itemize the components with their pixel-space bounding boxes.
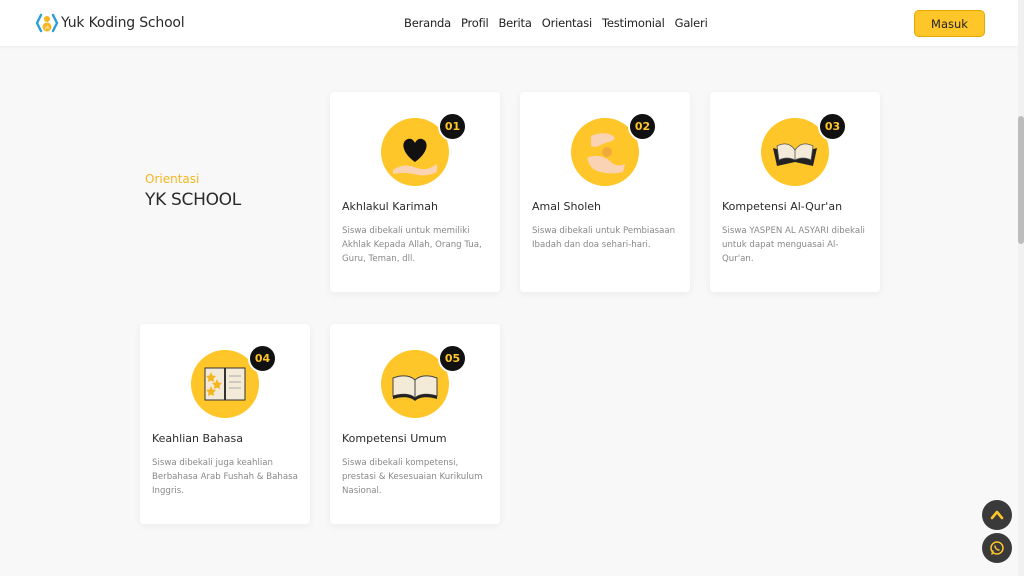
nav-link-beranda[interactable]: Beranda	[404, 16, 451, 30]
whatsapp-button[interactable]	[982, 533, 1012, 563]
scroll-to-top-button[interactable]	[982, 500, 1012, 530]
card-title: Kompetensi Al-Qur'an	[722, 200, 843, 213]
card-description: Siswa dibekali kompetensi, prestasi & Ke…	[342, 458, 483, 496]
card-description: Siswa dibekali untuk memiliki Akhlak Kep…	[342, 226, 482, 264]
section-heading: Orientasi YK SCHOOL	[145, 172, 241, 210]
card-title: Keahlian Bahasa	[152, 432, 243, 445]
card-visual: 05	[381, 344, 467, 418]
page-scrollbar[interactable]	[1018, 0, 1024, 576]
card-description: Siswa YASPEN AL ASYARI dibekali untuk da…	[722, 226, 865, 264]
card-visual: 03	[761, 112, 847, 186]
card-description: Siswa dibekali juga keahlian Berbahasa A…	[152, 458, 298, 496]
card-visual: 02	[571, 112, 657, 186]
nav-link-testimonial[interactable]: Testimonial	[602, 16, 665, 30]
scrollbar-thumb[interactable]	[1018, 116, 1024, 244]
svg-text:yk: yk	[44, 25, 50, 31]
card-visual: 01	[381, 112, 467, 186]
login-button[interactable]: Masuk	[914, 10, 985, 37]
card-number-badge: 05	[438, 344, 467, 373]
orientation-card-kompetensi-umum: 05 Kompetensi Umum Siswa dibekali kompet…	[330, 324, 500, 524]
navbar: yk Yuk Koding School Beranda Profil Beri…	[0, 0, 1018, 46]
brand[interactable]: yk Yuk Koding School	[35, 11, 185, 35]
card-visual: 04	[191, 344, 277, 418]
card-description: Siswa dibekali untuk Pembiasaan Ibadah d…	[532, 226, 676, 250]
nav-link-orientasi[interactable]: Orientasi	[542, 16, 592, 30]
orientation-card-amal-sholeh: 02 Amal Sholeh Siswa dibekali untuk Pemb…	[520, 92, 690, 292]
card-title: Kompetensi Umum	[342, 432, 447, 445]
nav-link-galeri[interactable]: Galeri	[675, 16, 708, 30]
card-number-badge: 02	[628, 112, 657, 141]
card-title: Akhlakul Karimah	[342, 200, 438, 213]
card-number-badge: 03	[818, 112, 847, 141]
whatsapp-icon	[990, 541, 1004, 555]
main-nav: Beranda Profil Berita Orientasi Testimon…	[404, 16, 708, 30]
yk-logo-icon: yk	[35, 13, 59, 33]
card-title: Amal Sholeh	[532, 200, 602, 213]
orientation-card-keahlian-bahasa: 04 Keahlian Bahasa Siswa dibekali juga k…	[140, 324, 310, 524]
nav-link-berita[interactable]: Berita	[498, 16, 531, 30]
card-number-badge: 01	[438, 112, 467, 141]
section-kicker: Orientasi	[145, 172, 200, 186]
brand-name: Yuk Koding School	[61, 15, 185, 31]
orientation-card-kompetensi-al-quran: 03 Kompetensi Al-Qur'an Siswa YASPEN AL …	[710, 92, 880, 292]
orientation-card-akhlakul-karimah: 01 Akhlakul Karimah Siswa dibekali untuk…	[330, 92, 500, 292]
chevron-up-icon	[990, 510, 1004, 520]
section-title: YK SCHOOL	[145, 190, 241, 210]
card-number-badge: 04	[248, 344, 277, 373]
nav-link-profil[interactable]: Profil	[461, 16, 489, 30]
